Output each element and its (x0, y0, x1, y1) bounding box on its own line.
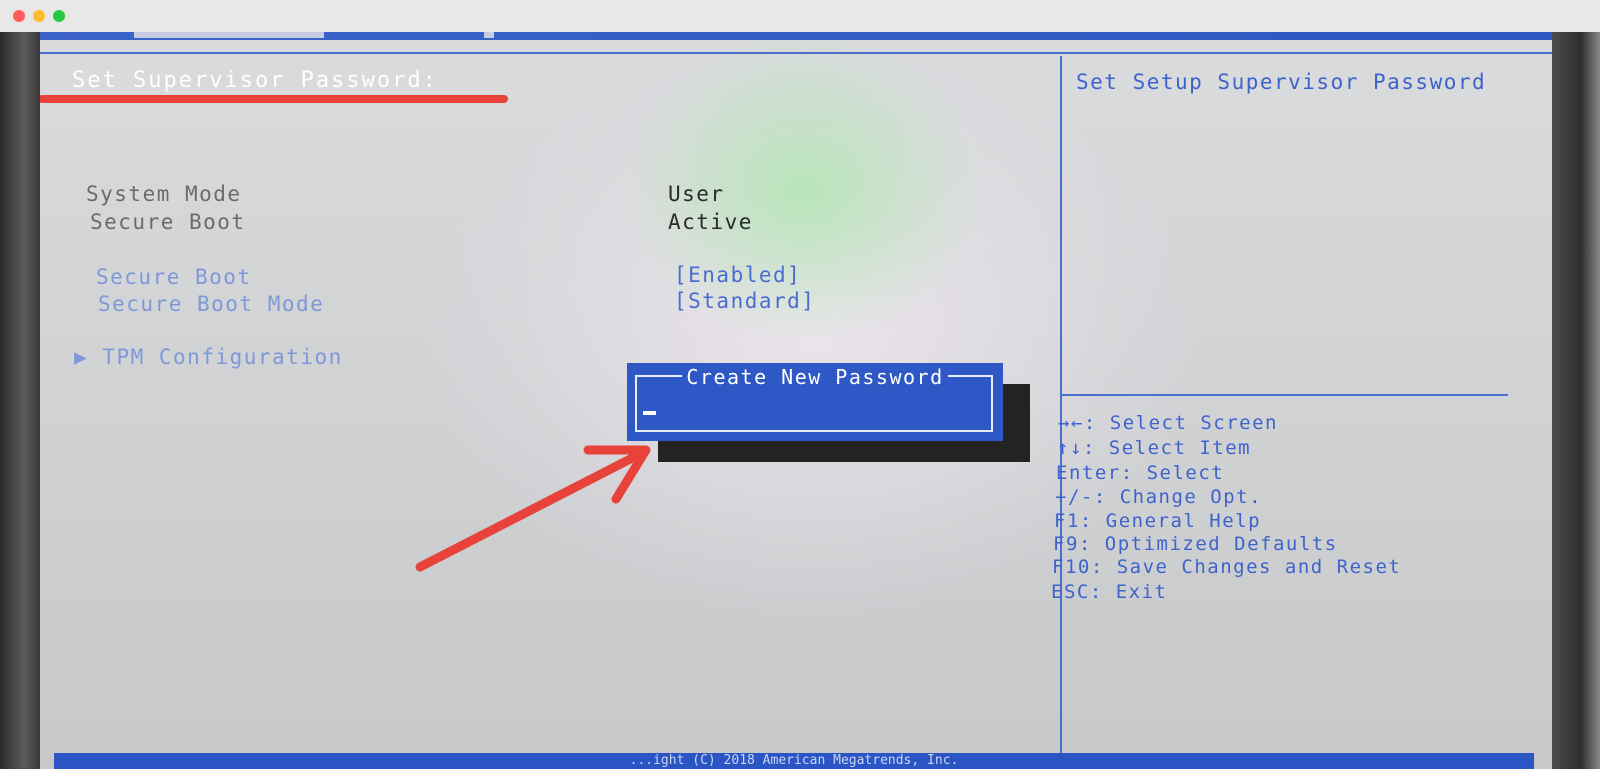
minimize-window-button[interactable] (33, 10, 45, 22)
bios-tab-stub (484, 32, 494, 38)
dialog-title-text: Create New Password (682, 365, 948, 389)
password-input-cursor[interactable] (643, 411, 656, 415)
secure-boot-status-value: Active (668, 210, 753, 234)
help-key-f1: F1: General Help (1054, 510, 1262, 532)
secure-boot-mode-value[interactable]: [Standard] (674, 289, 815, 313)
help-key-enter: Enter: Select (1056, 462, 1225, 484)
create-password-dialog: Create New Password (627, 363, 1003, 441)
secure-boot-mode-label[interactable]: Secure Boot Mode (98, 292, 324, 316)
help-key-select-screen: →←: Select Screen (1058, 412, 1278, 434)
system-mode-label: System Mode (86, 182, 242, 206)
dialog-title: Create New Password (627, 365, 1003, 389)
help-key-f9: F9: Optimized Defaults (1053, 533, 1338, 555)
maximize-window-button[interactable] (53, 10, 65, 22)
monitor-bezel-left (0, 32, 40, 769)
bios-screen: Set Supervisor Password: System Mode Use… (14, 32, 1576, 769)
help-description: Set Setup Supervisor Password (1076, 70, 1487, 94)
copyright-footer: ...ight (C) 2018 American Megatrends, In… (54, 753, 1534, 769)
secure-boot-setting-value[interactable]: [Enabled] (674, 263, 801, 287)
triangle-right-icon: ▶ (74, 345, 89, 369)
secure-boot-setting-label[interactable]: Secure Boot (96, 265, 252, 289)
bios-tab-stub (134, 32, 324, 38)
close-window-button[interactable] (13, 10, 25, 22)
tpm-configuration-label: TPM Configuration (102, 345, 343, 369)
system-mode-value: User (668, 182, 725, 206)
help-key-esc: ESC: Exit (1051, 581, 1168, 603)
window-title-bar (0, 0, 1600, 33)
bios-panel-divider (1060, 56, 1062, 756)
red-arrow-icon (415, 445, 651, 572)
tpm-configuration-item[interactable]: ▶ TPM Configuration (74, 345, 343, 369)
help-key-change-opt: +/-: Change Opt. (1055, 486, 1263, 508)
monitor-bezel-right (1552, 32, 1600, 769)
secure-boot-status-label: Secure Boot (90, 210, 246, 234)
help-key-f10: F10: Save Changes and Reset (1052, 556, 1402, 578)
help-key-select-item: ↑↓: Select Item (1057, 437, 1252, 459)
bios-photo: Set Supervisor Password: System Mode Use… (0, 32, 1600, 769)
bios-help-divider (1060, 394, 1508, 396)
page-title: Set Supervisor Password: (72, 68, 438, 93)
red-underline-annotation (38, 95, 508, 103)
